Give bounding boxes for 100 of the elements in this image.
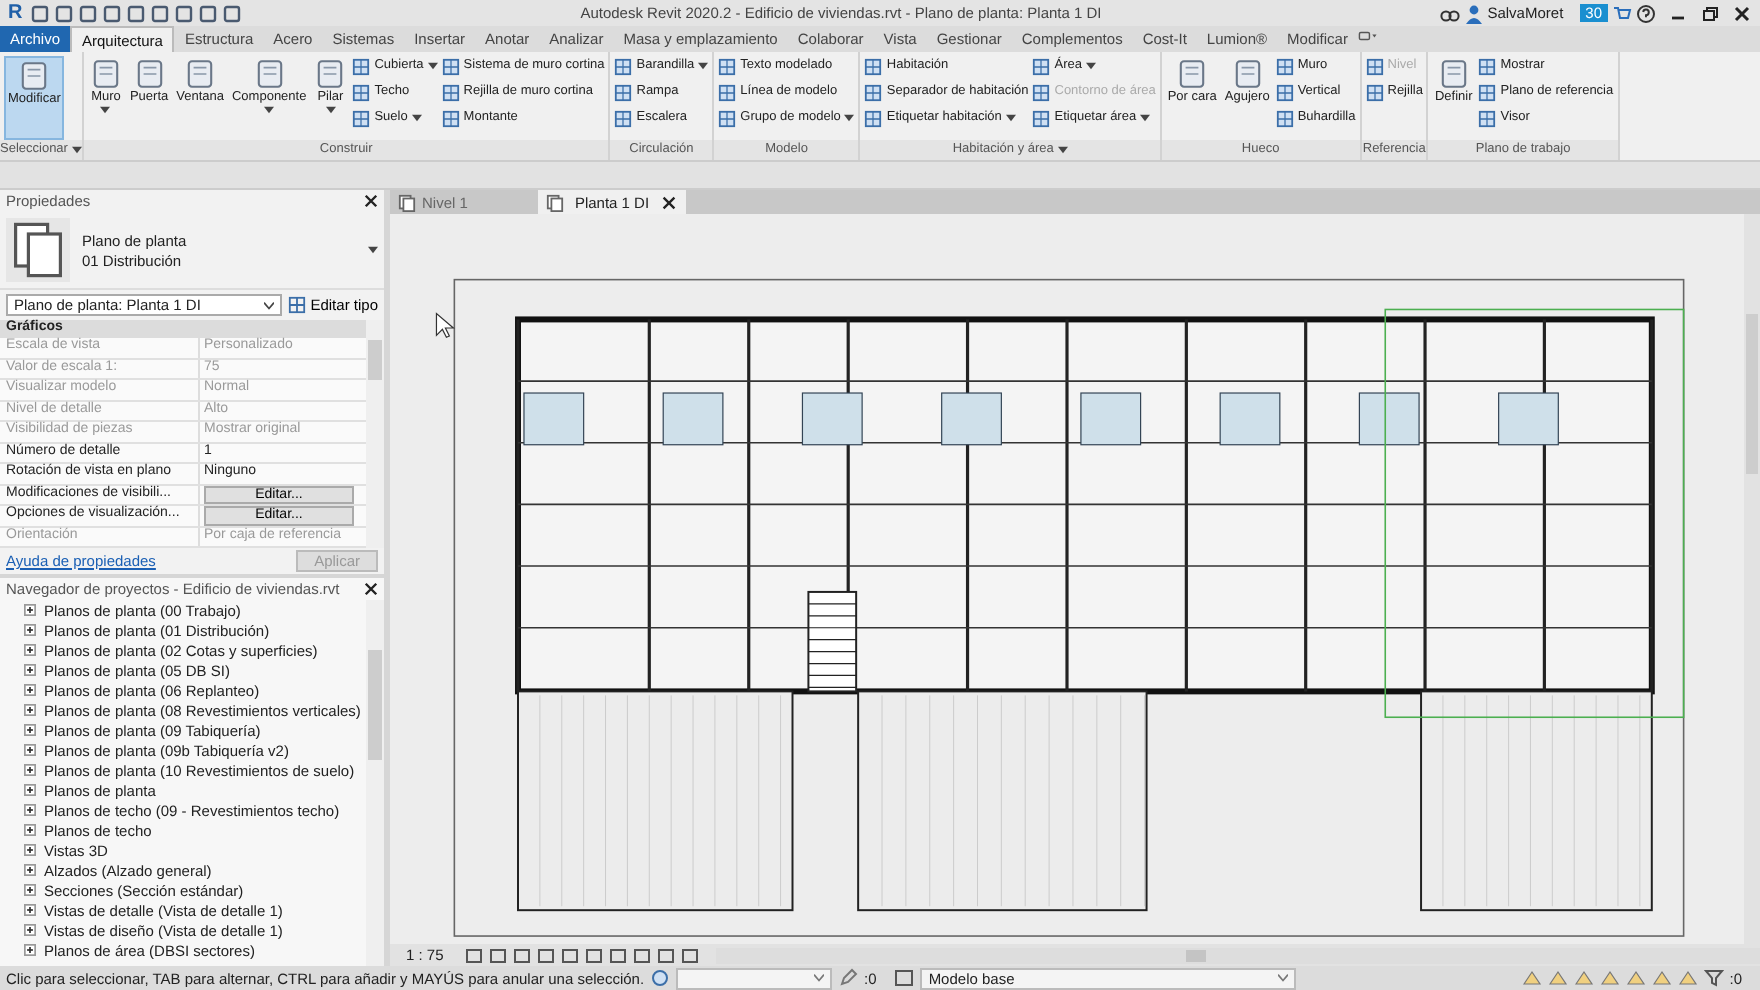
caret-icon [325, 106, 336, 114]
expand-icon[interactable] [24, 824, 36, 836]
view-control-icon[interactable] [631, 945, 652, 965]
caret-icon [1140, 114, 1151, 122]
expand-icon[interactable] [24, 724, 36, 736]
sheet-icon [184, 58, 217, 90]
cart-icon[interactable] [1612, 3, 1632, 23]
expand-icon[interactable] [24, 784, 36, 796]
sheet-icon [133, 58, 166, 90]
close-icon[interactable] [1732, 3, 1752, 23]
caret-icon [264, 301, 275, 309]
grid-icon [1275, 57, 1294, 75]
sheet-icon [18, 60, 51, 92]
grid-icon [441, 83, 460, 101]
sheet-icon [253, 58, 286, 90]
scrollbar[interactable] [715, 947, 1760, 963]
expand-icon[interactable] [24, 864, 36, 876]
expand-icon[interactable] [24, 844, 36, 856]
expand-icon[interactable] [24, 884, 36, 896]
grid-icon [352, 83, 371, 101]
help-icon[interactable] [1636, 3, 1656, 23]
toolbar-icon[interactable] [222, 3, 243, 23]
grid-icon [864, 83, 883, 101]
caret-icon [368, 246, 378, 254]
crop-region-frame[interactable] [1384, 308, 1685, 719]
view-control-icon[interactable] [535, 945, 556, 965]
expand-icon[interactable] [24, 804, 36, 816]
expand-icon[interactable] [24, 704, 36, 716]
toolbar-icon[interactable] [150, 3, 171, 23]
grid-icon [1478, 57, 1497, 75]
close-icon[interactable] [364, 582, 378, 596]
sheet-icon [1231, 58, 1264, 90]
view-control-icon[interactable] [679, 945, 700, 965]
grid-icon [614, 57, 633, 75]
scrollbar[interactable] [366, 600, 384, 966]
caret-icon [1278, 974, 1289, 982]
expand-icon[interactable] [24, 684, 36, 696]
grid-icon [1478, 109, 1497, 127]
view-control-icon[interactable] [511, 945, 532, 965]
grid-icon [1032, 57, 1051, 75]
caret-icon [100, 106, 111, 114]
sheets-icon [546, 193, 564, 211]
sheets-icon [6, 218, 70, 282]
grid-icon [1032, 83, 1051, 101]
grid-icon [1478, 83, 1497, 101]
filter-icon[interactable] [1703, 968, 1724, 988]
panel-toggle-icon[interactable] [1357, 26, 1378, 46]
worksets-icon[interactable] [650, 968, 671, 988]
user-icon [1463, 3, 1484, 23]
pencil-icon[interactable] [838, 968, 859, 988]
sheet-icon [1176, 58, 1209, 90]
expand-icon[interactable] [24, 644, 36, 656]
expand-icon[interactable] [24, 664, 36, 676]
caret-icon [427, 62, 438, 70]
grid-icon [1275, 109, 1294, 127]
sheet-icon [314, 58, 347, 90]
scrollbar[interactable] [1744, 214, 1760, 944]
expand-icon[interactable] [24, 924, 36, 936]
grid-icon [864, 57, 883, 75]
expand-icon[interactable] [24, 604, 36, 616]
toolbar-icon[interactable] [174, 3, 195, 23]
grid-icon [352, 57, 371, 75]
grid-icon [288, 296, 307, 314]
view-control-icon[interactable] [583, 945, 604, 965]
view-control-icon[interactable] [463, 945, 484, 965]
toolbar-icon[interactable] [78, 3, 99, 23]
window-icon[interactable] [894, 968, 915, 988]
grid-icon [1365, 83, 1384, 101]
cursor-icon [435, 312, 455, 339]
caret-icon [1085, 62, 1096, 70]
sheets-icon [398, 193, 416, 211]
expand-icon[interactable] [24, 764, 36, 776]
close-icon[interactable] [364, 194, 378, 208]
view-control-icon[interactable] [559, 945, 580, 965]
grid-icon [614, 109, 633, 127]
sheet-icon [1437, 58, 1470, 90]
expand-icon[interactable] [24, 744, 36, 756]
view-control-icon[interactable] [487, 945, 508, 965]
restore-icon[interactable] [1700, 3, 1720, 23]
toolbar-icon[interactable] [102, 3, 123, 23]
close-icon[interactable] [659, 193, 678, 211]
toolbar-icon[interactable] [54, 3, 75, 23]
toolbar-icon[interactable] [126, 3, 147, 23]
expand-icon[interactable] [24, 624, 36, 636]
grid-icon [718, 109, 737, 127]
grid-icon [1365, 57, 1384, 75]
expand-icon[interactable] [24, 904, 36, 916]
toolbar-icon[interactable] [30, 3, 51, 23]
grid-icon [441, 57, 460, 75]
sheet-icon [89, 58, 122, 90]
app-logo[interactable]: R [8, 1, 23, 25]
grid-icon [1275, 83, 1294, 101]
grid-icon [718, 57, 737, 75]
view-control-icon[interactable] [655, 945, 676, 965]
caret-icon [411, 114, 422, 122]
view-control-icon[interactable] [607, 945, 628, 965]
caret-icon [264, 106, 275, 114]
expand-icon[interactable] [24, 944, 36, 956]
grid-icon [718, 83, 737, 101]
toolbar-icon[interactable] [198, 3, 219, 23]
